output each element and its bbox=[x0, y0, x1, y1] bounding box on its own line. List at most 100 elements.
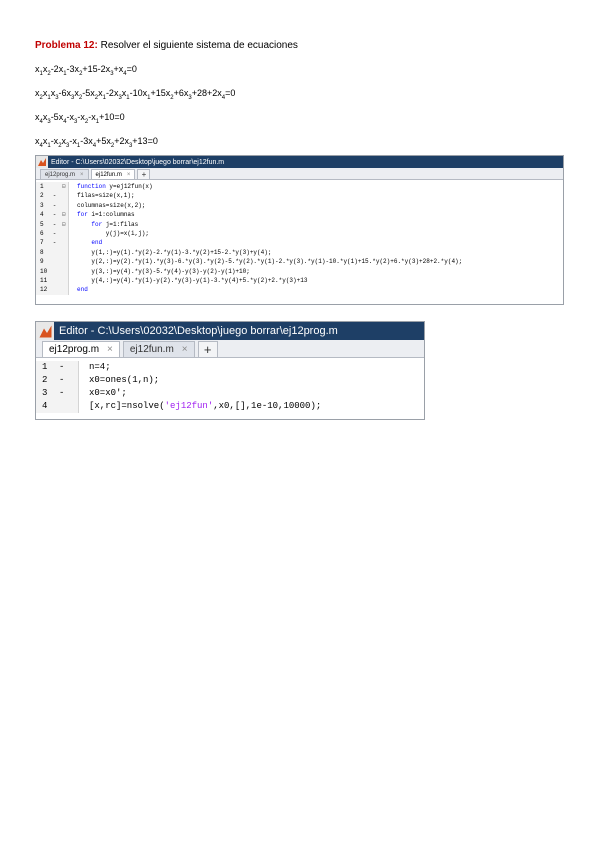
breakpoint-marker[interactable]: - bbox=[53, 201, 60, 210]
code-line[interactable]: end bbox=[77, 285, 563, 294]
code-area[interactable]: 1-2-3-4 n=4; x0=ones(1,n); x0=x0'; [x,rc]=n… bbox=[36, 358, 424, 413]
equation-term: +2x bbox=[114, 136, 129, 146]
line-number: 3 bbox=[40, 201, 44, 209]
breakpoint-marker[interactable]: - bbox=[59, 374, 67, 387]
line-number: 6 bbox=[40, 230, 44, 238]
breakpoint-marker[interactable]: - bbox=[59, 361, 67, 374]
code-fold-icon[interactable] bbox=[60, 191, 68, 200]
source-text[interactable]: function y=ej12fun(x) filas=size(x,1); col… bbox=[69, 182, 563, 295]
editor-titlebar: Editor - C:\Users\02032\Desktop\juego bo… bbox=[36, 322, 424, 340]
code-line[interactable]: x0=ones(1,n); bbox=[89, 374, 424, 387]
tab-file[interactable]: ej12fun.m × bbox=[90, 169, 136, 179]
line-number: 4 bbox=[40, 211, 44, 219]
code-fold-icon[interactable] bbox=[60, 276, 68, 285]
code-text: columnas=size(x,2); bbox=[77, 201, 146, 209]
code-line[interactable]: x0=x0'; bbox=[89, 387, 424, 400]
editor-tabbar: ej12prog.m × ej12fun.m × + bbox=[36, 168, 563, 180]
code-fold-icon[interactable] bbox=[67, 374, 78, 387]
equation-term: -x bbox=[88, 112, 96, 122]
tab-label: ej12fun.m bbox=[95, 171, 122, 178]
breakpoint-marker[interactable] bbox=[53, 285, 60, 294]
code-fold-icon[interactable] bbox=[60, 201, 68, 210]
code-line[interactable]: y(1,:)=y(1).*y(2)-2.*y(1)-3.*y(2)+15-2.*… bbox=[77, 248, 563, 257]
breakpoint-marker[interactable]: - bbox=[53, 210, 60, 219]
breakpoint-marker[interactable]: - bbox=[53, 238, 60, 247]
line-number: 7 bbox=[40, 239, 44, 247]
code-line[interactable]: for i=1:columnas bbox=[77, 210, 563, 219]
breakpoint-marker[interactable] bbox=[53, 267, 60, 276]
code-area[interactable]: 1 ⊟ 2-3-4- ⊟ 5- ⊟ 6-7-8 9 10 11 12 function y=ej12… bbox=[36, 180, 563, 295]
breakpoint-marker[interactable] bbox=[53, 182, 60, 191]
code-text: x0=x0'; bbox=[89, 388, 127, 398]
tab-label: ej12prog.m bbox=[45, 171, 76, 178]
editor-title: Editor - C:\Users\02032\Desktop\juego bo… bbox=[59, 325, 338, 337]
code-line[interactable]: [x,rc]=nsolve('ej12fun',x0,[],1e-10,1000… bbox=[89, 400, 424, 413]
code-fold-icon[interactable]: ⊟ bbox=[60, 210, 68, 219]
code-line[interactable]: for j=1:filas bbox=[77, 220, 563, 229]
code-text: x0=ones(1,n); bbox=[89, 375, 160, 385]
close-tab-icon[interactable]: × bbox=[182, 344, 188, 355]
code-text: y(2,:)=y(2).*y(1).*y(3)-6.*y(3).*y(2)-5.… bbox=[77, 258, 463, 266]
tab-file[interactable]: ej12prog.m × bbox=[40, 169, 89, 179]
gutter-row: 8 bbox=[36, 248, 68, 257]
equation-3: x4x3-5x4-x3-x2-x1+10=0 bbox=[35, 112, 125, 125]
code-fold-icon[interactable]: ⊟ bbox=[60, 182, 68, 191]
code-keyword: for bbox=[91, 220, 103, 228]
equation-term: +x bbox=[113, 64, 124, 74]
code-fold-icon[interactable] bbox=[60, 285, 68, 294]
code-line[interactable]: y(4,:)=y(4).*y(1)-y(2).*y(3)-y(1)-3.*y(4… bbox=[77, 276, 563, 285]
breakpoint-marker[interactable] bbox=[53, 257, 60, 266]
breakpoint-marker[interactable]: - bbox=[53, 220, 60, 229]
code-fold-icon[interactable] bbox=[67, 361, 78, 374]
line-number: 10 bbox=[40, 267, 48, 275]
equation-4: x4x1-x2x3-x1-3x4+5x2+2x3+13=0 bbox=[35, 136, 158, 149]
tab-file[interactable]: ej12fun.m × bbox=[122, 341, 195, 357]
breakpoint-marker[interactable] bbox=[53, 276, 60, 285]
breakpoint-marker[interactable]: - bbox=[59, 387, 67, 400]
code-line[interactable]: function y=ej12fun(x) bbox=[77, 182, 563, 191]
add-tab-button[interactable]: + bbox=[197, 341, 218, 357]
code-fold-icon[interactable] bbox=[60, 229, 68, 238]
editor-window-ej12prog: Editor - C:\Users\02032\Desktop\juego bo… bbox=[35, 321, 425, 420]
breakpoint-marker[interactable] bbox=[59, 400, 67, 413]
add-tab-button[interactable]: + bbox=[137, 169, 151, 179]
code-text: ,x0,[],1e-10,10000); bbox=[213, 401, 322, 411]
breakpoint-marker[interactable]: - bbox=[53, 229, 60, 238]
line-number: 4 bbox=[42, 401, 48, 411]
code-text: filas=size(x,1); bbox=[77, 192, 135, 200]
code-fold-icon[interactable] bbox=[60, 257, 68, 266]
code-line[interactable]: filas=size(x,1); bbox=[77, 191, 563, 200]
tab-file[interactable]: ej12prog.m × bbox=[42, 341, 120, 357]
equation-1: x1x2-2x1-3x2+15-2x3+x4=0 bbox=[35, 64, 137, 77]
code-line[interactable]: y(2,:)=y(2).*y(1).*y(3)-6.*y(3).*y(2)-5.… bbox=[77, 257, 563, 266]
code-text: y=ej12fun(x) bbox=[105, 183, 153, 190]
problem-text: Resolver el siguiente sistema de ecuacio… bbox=[97, 40, 298, 51]
code-line[interactable]: end bbox=[77, 238, 563, 247]
code-fold-icon[interactable] bbox=[67, 400, 78, 413]
code-line[interactable]: y(j)=x(i,j); bbox=[77, 229, 563, 238]
code-fold-icon[interactable]: ⊟ bbox=[60, 220, 68, 229]
code-line[interactable]: n=4; bbox=[89, 361, 424, 374]
gutter-row: 3- bbox=[36, 387, 78, 400]
source-text[interactable]: n=4; x0=ones(1,n); x0=x0'; [x,rc]=nsolve('e… bbox=[79, 361, 424, 413]
code-line[interactable]: y(3,:)=y(4).*y(3)-5.*y(4)-y(3)-y(2)-y(1)… bbox=[77, 267, 563, 276]
code-fold-icon[interactable] bbox=[60, 248, 68, 257]
breakpoint-marker[interactable]: - bbox=[53, 191, 60, 200]
gutter-row: 9 bbox=[36, 257, 68, 266]
code-fold-icon[interactable] bbox=[60, 238, 68, 247]
close-tab-icon[interactable]: × bbox=[107, 344, 113, 355]
close-tab-icon[interactable]: × bbox=[127, 172, 131, 178]
equation-2: x2x1x3-6x3x2-5x2x1-2x3x1-10x1+15x2+6x3+2… bbox=[35, 88, 235, 101]
code-line[interactable]: columnas=size(x,2); bbox=[77, 201, 563, 210]
equation-term: -2x bbox=[50, 64, 64, 74]
close-tab-icon[interactable]: × bbox=[80, 172, 84, 178]
equation-term: +15-2x bbox=[82, 64, 111, 74]
code-fold-icon[interactable] bbox=[60, 267, 68, 276]
code-text: y(j)=x(i,j); bbox=[77, 230, 150, 238]
breakpoint-marker[interactable] bbox=[53, 248, 60, 257]
code-text: j=1:filas bbox=[102, 220, 139, 228]
code-text: n=4; bbox=[89, 362, 111, 372]
equation-term: +28+2x bbox=[191, 88, 222, 98]
code-fold-icon[interactable] bbox=[67, 387, 78, 400]
